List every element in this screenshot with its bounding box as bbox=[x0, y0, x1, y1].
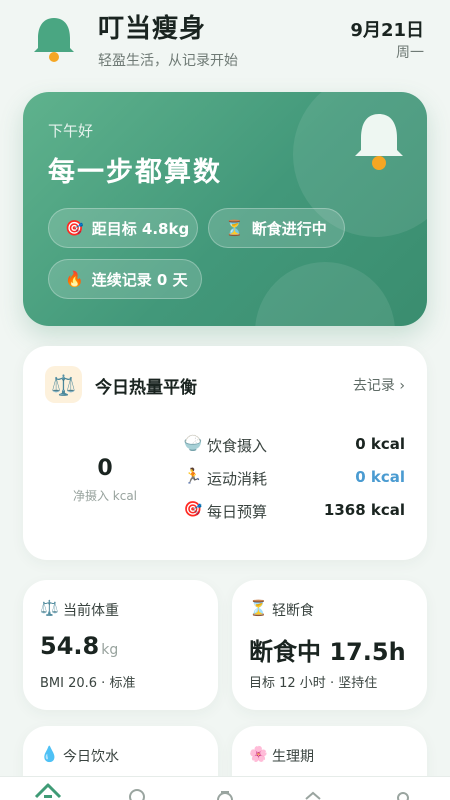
weight-card[interactable]: ⚖️ 当前体重 54.8 kg BMI 20.6 · 标准 bbox=[23, 580, 218, 710]
weight-unit: kg bbox=[101, 642, 119, 658]
bottom-nav bbox=[0, 776, 450, 800]
burn-label: 运动消耗 bbox=[207, 470, 268, 488]
bmi-text: BMI 20.6 · 标准 bbox=[40, 676, 136, 691]
food-icon bbox=[129, 789, 145, 800]
budget-label: 每日预算 bbox=[207, 503, 268, 521]
scale-icon: ⚖️ bbox=[45, 366, 82, 403]
decor-circle bbox=[255, 262, 395, 326]
water-drop-icon: 💧 bbox=[40, 745, 59, 763]
calorie-card-title: 今日热量平衡 bbox=[95, 378, 197, 398]
water-card-title: 今日饮水 bbox=[63, 749, 119, 765]
bell-icon bbox=[355, 114, 403, 170]
calorie-balance-card[interactable]: ⚖️ 今日热量平衡 去记录 › 0 净摄入 kcal 🍚 饮食摄入 0 kcal… bbox=[23, 346, 427, 560]
fire-icon: 🔥 bbox=[65, 270, 84, 288]
budget-value: 1368 kcal bbox=[323, 501, 405, 519]
net-intake-label: 净摄入 kcal bbox=[72, 489, 138, 503]
budget-row: 🎯 每日预算 1368 kcal bbox=[183, 499, 405, 523]
fasting-chip-label: 断食进行中 bbox=[251, 219, 327, 238]
intake-row: 🍚 饮食摄入 0 kcal bbox=[183, 433, 405, 457]
stats-icon bbox=[305, 791, 321, 800]
scale-icon: ⚖️ bbox=[40, 599, 59, 617]
date-label: 9月21日 bbox=[350, 20, 424, 41]
net-intake-value: 0 bbox=[97, 456, 113, 481]
fasting-card[interactable]: ⏳ 轻断食 断食中 17.5h 目标 12 小时 · 坚持住 bbox=[232, 580, 427, 710]
runner-icon: 🏃 bbox=[183, 467, 203, 485]
fasting-chip[interactable]: ⏳ 断食进行中 bbox=[208, 208, 345, 248]
nav-home[interactable] bbox=[23, 777, 73, 800]
target-chip[interactable]: 🎯 距目标 4.8kg bbox=[48, 208, 198, 248]
target-icon: 🎯 bbox=[65, 219, 84, 237]
bell-icon bbox=[34, 18, 74, 62]
burn-value: 0 kcal bbox=[355, 468, 405, 486]
target-chip-label: 距目标 4.8kg bbox=[91, 219, 190, 238]
app-title: 叮当瘦身 bbox=[98, 14, 207, 44]
target-icon: 🎯 bbox=[183, 500, 203, 518]
streak-chip-label: 连续记录 0 天 bbox=[91, 270, 188, 289]
timer-icon bbox=[217, 791, 233, 800]
nav-food[interactable] bbox=[112, 777, 162, 800]
period-card-title: 生理期 bbox=[272, 749, 314, 765]
intake-value: 0 kcal bbox=[355, 435, 405, 453]
hourglass-icon: ⏳ bbox=[249, 599, 268, 617]
fasting-goal-text: 目标 12 小时 · 坚持住 bbox=[249, 676, 378, 691]
app-header: 叮当瘦身 轻盈生活，从记录开始 9月21日 周一 bbox=[0, 0, 450, 85]
rice-bowl-icon: 🍚 bbox=[183, 434, 203, 452]
hero-headline: 每一步都算数 bbox=[48, 157, 222, 188]
fasting-card-title: 轻断食 bbox=[272, 603, 314, 619]
weight-value: 54.8 bbox=[40, 632, 100, 660]
streak-chip[interactable]: 🔥 连续记录 0 天 bbox=[48, 259, 202, 299]
burn-row: 🏃 运动消耗 0 kcal bbox=[183, 466, 405, 490]
greeting-text: 下午好 bbox=[48, 122, 94, 140]
home-icon bbox=[34, 783, 62, 799]
go-record-link[interactable]: 去记录 › bbox=[353, 375, 405, 395]
nav-stats[interactable] bbox=[288, 777, 338, 800]
profile-icon bbox=[397, 792, 409, 800]
weekday-label: 周一 bbox=[396, 45, 424, 61]
hourglass-icon: ⏳ bbox=[225, 219, 244, 237]
weight-card-title: 当前体重 bbox=[63, 603, 119, 619]
flower-icon: 🌸 bbox=[249, 745, 268, 763]
nav-profile[interactable] bbox=[378, 777, 428, 800]
intake-label: 饮食摄入 bbox=[207, 437, 268, 455]
nav-timer[interactable] bbox=[200, 777, 250, 800]
fasting-status: 断食中 17.5h bbox=[249, 638, 406, 666]
weight-value-wrap: 54.8 kg bbox=[40, 632, 118, 660]
app-slogan: 轻盈生活，从记录开始 bbox=[98, 53, 238, 69]
hero-card: 下午好 每一步都算数 🎯 距目标 4.8kg ⏳ 断食进行中 🔥 连续记录 0 … bbox=[23, 92, 427, 326]
